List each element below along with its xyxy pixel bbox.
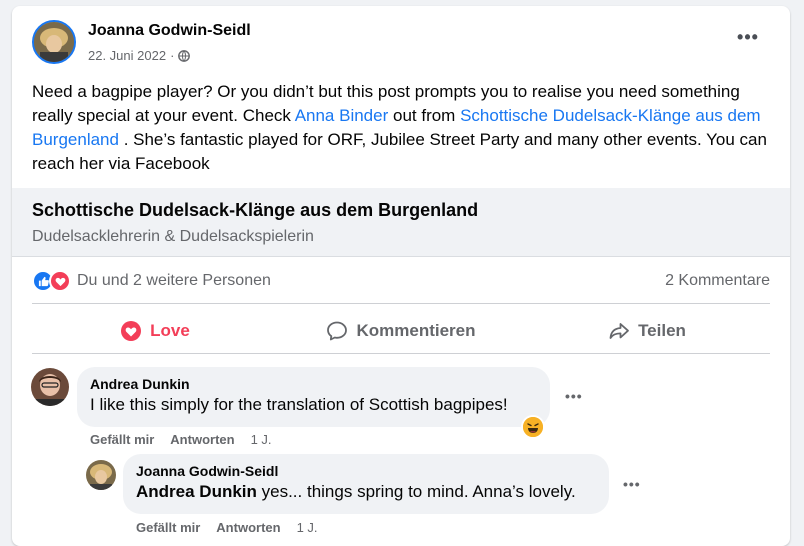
preview-subtitle: Dudelsacklehrerin & Dudelsackspielerin (32, 228, 314, 245)
love-button[interactable]: Love (32, 311, 278, 351)
author-avatar[interactable] (32, 20, 76, 64)
reply-like-button[interactable]: Gefällt mir (136, 520, 200, 535)
post-card: Joanna Godwin-Seidl 22. Juni 2022 · ••• … (12, 6, 790, 546)
reaction-summary[interactable]: Du und 2 weitere Personen (32, 270, 271, 292)
action-bar: Love Kommentieren Teilen (32, 311, 770, 351)
comment-actions: Gefällt mir Antworten 1 J. (90, 432, 272, 447)
post-text: Need a bagpipe player? Or you didn’t but… (32, 80, 777, 176)
reply-bubble: Joanna Godwin-Seidl Andrea Dunkin yes...… (123, 454, 609, 514)
reply-author-avatar[interactable] (86, 460, 116, 490)
comment-options-button[interactable]: ••• (565, 388, 583, 404)
comment-reply-button[interactable]: Antworten (170, 432, 234, 447)
divider (32, 303, 770, 304)
globe-icon (178, 49, 191, 62)
reaction-text: Du und 2 weitere Personen (77, 272, 271, 289)
post-options-button[interactable]: ••• (734, 28, 762, 54)
love-label: Love (150, 321, 190, 340)
love-reaction-icon (49, 270, 71, 292)
post-date[interactable]: 22. Juni 2022 (88, 48, 166, 63)
comment-label: Kommentieren (356, 321, 476, 340)
reply-reply-button[interactable]: Antworten (216, 520, 280, 535)
post-meta: 22. Juni 2022 · (88, 48, 191, 63)
haha-reaction-icon[interactable] (521, 415, 545, 439)
comment-icon (327, 321, 348, 341)
post-text-part-2: out from (388, 106, 461, 125)
comment-bubble: Andrea Dunkin I like this simply for the… (77, 367, 550, 427)
avatar-photo (86, 460, 116, 490)
comment-button[interactable]: Kommentieren (278, 311, 524, 351)
reply-author-name[interactable]: Joanna Godwin-Seidl (136, 462, 596, 480)
comment-like-button[interactable]: Gefällt mir (90, 432, 154, 447)
commenter-name[interactable]: Andrea Dunkin (90, 375, 537, 393)
post-author-name[interactable]: Joanna Godwin-Seidl (88, 22, 251, 40)
comment-text: I like this simply for the translation o… (90, 395, 508, 414)
share-icon (609, 323, 629, 339)
reply-text: Andrea Dunkin yes... things spring to mi… (136, 480, 596, 504)
reply-text-body: yes... things spring to mind. Anna’s lov… (256, 482, 576, 501)
separator-dot: · (170, 48, 175, 63)
comment-time[interactable]: 1 J. (251, 432, 272, 447)
reply-mention[interactable]: Andrea Dunkin (136, 482, 257, 501)
divider (32, 353, 770, 354)
comments-count[interactable]: 2 Kommentare (665, 272, 770, 290)
reply-actions: Gefällt mir Antworten 1 J. (136, 520, 318, 535)
reply-options-button[interactable]: ••• (623, 476, 641, 492)
post-text-part-3: . She’s fantastic played for ORF, Jubile… (32, 130, 767, 173)
commenter-avatar[interactable] (31, 368, 69, 406)
reply-time[interactable]: 1 J. (297, 520, 318, 535)
avatar-photo (31, 368, 69, 406)
mention-link-anna-binder[interactable]: Anna Binder (295, 106, 389, 125)
link-preview[interactable]: Schottische Dudelsack-Klänge aus dem Bur… (12, 188, 790, 257)
preview-title: Schottische Dudelsack-Klänge aus dem Bur… (32, 200, 479, 220)
share-label: Teilen (638, 321, 686, 340)
avatar-photo (34, 22, 74, 62)
share-button[interactable]: Teilen (524, 311, 770, 351)
heart-icon (121, 321, 142, 341)
